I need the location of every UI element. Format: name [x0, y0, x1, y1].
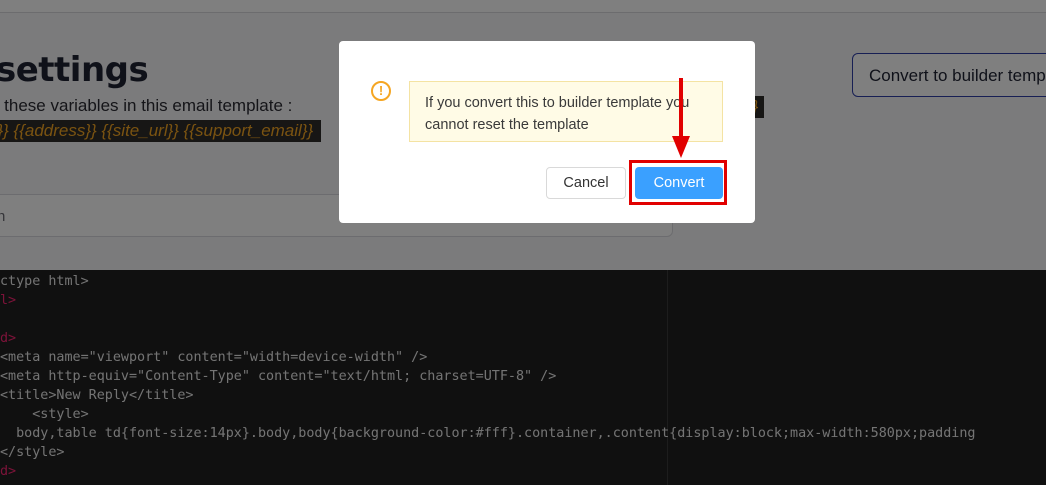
cancel-button[interactable]: Cancel — [546, 167, 626, 199]
annotation-highlight-box — [629, 160, 727, 205]
warning-message: If you convert this to builder template … — [409, 81, 723, 142]
annotation-arrow-down-icon — [672, 136, 690, 158]
warning-icon: ! — [371, 81, 391, 101]
annotation-arrow-shaft — [679, 78, 683, 140]
